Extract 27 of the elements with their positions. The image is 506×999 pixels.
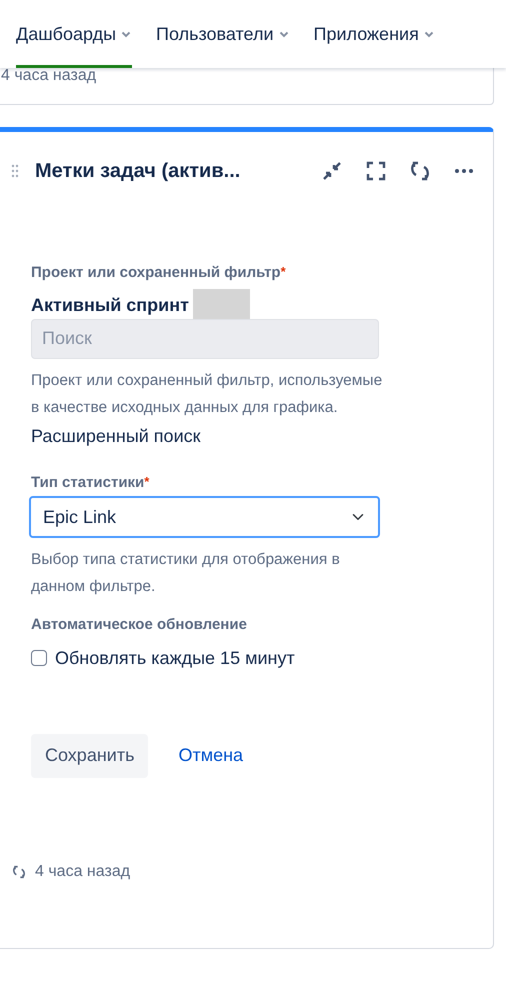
- help-text: Выбор типа статистики для отображения в данном фильтре.: [31, 550, 341, 597]
- nav-tab[interactable]: Дашбоарды: [16, 0, 132, 68]
- required-asterisk: *: [280, 264, 286, 279]
- help-text: Проект или сохраненный фильтр, используемые в качестве исходных данных для графика.: [31, 370, 384, 418]
- field-label: Автоматическое обновление: [31, 615, 248, 635]
- selected-filter: Активный спринт: [31, 294, 189, 314]
- required-asterisk: *: [144, 474, 150, 488]
- drag-handle-icon[interactable]: [11, 164, 19, 178]
- field-label: Проект или сохраненный фильтр*: [31, 263, 287, 283]
- field-label: Тип статистики*: [31, 472, 150, 492]
- refresh-icon: [11, 864, 27, 880]
- redacted-block: [193, 288, 250, 318]
- checkbox[interactable]: [31, 650, 47, 666]
- gadget-title: Метки задач (актив...: [35, 159, 240, 184]
- checkbox-label: Обновлять каждые 15 минут: [55, 646, 295, 670]
- updated-time: 4 часа назад: [1, 66, 96, 86]
- nav-tab[interactable]: Пользователи: [156, 0, 290, 68]
- save-button[interactable]: Сохранить: [31, 734, 148, 778]
- statistic-type-select[interactable]: Epic Link: [29, 496, 380, 538]
- nav-tab[interactable]: Приложения: [314, 0, 435, 68]
- updated-time: 4 часа назад: [35, 862, 130, 882]
- refresh-icon: [408, 159, 432, 183]
- search-field[interactable]: Поиск: [31, 318, 379, 358]
- advanced-search-link[interactable]: Расширенный поиск: [31, 422, 200, 450]
- cancel-link[interactable]: Отмена: [164, 734, 258, 778]
- fullscreen-icon: [364, 159, 388, 183]
- more-icon: [454, 169, 474, 173]
